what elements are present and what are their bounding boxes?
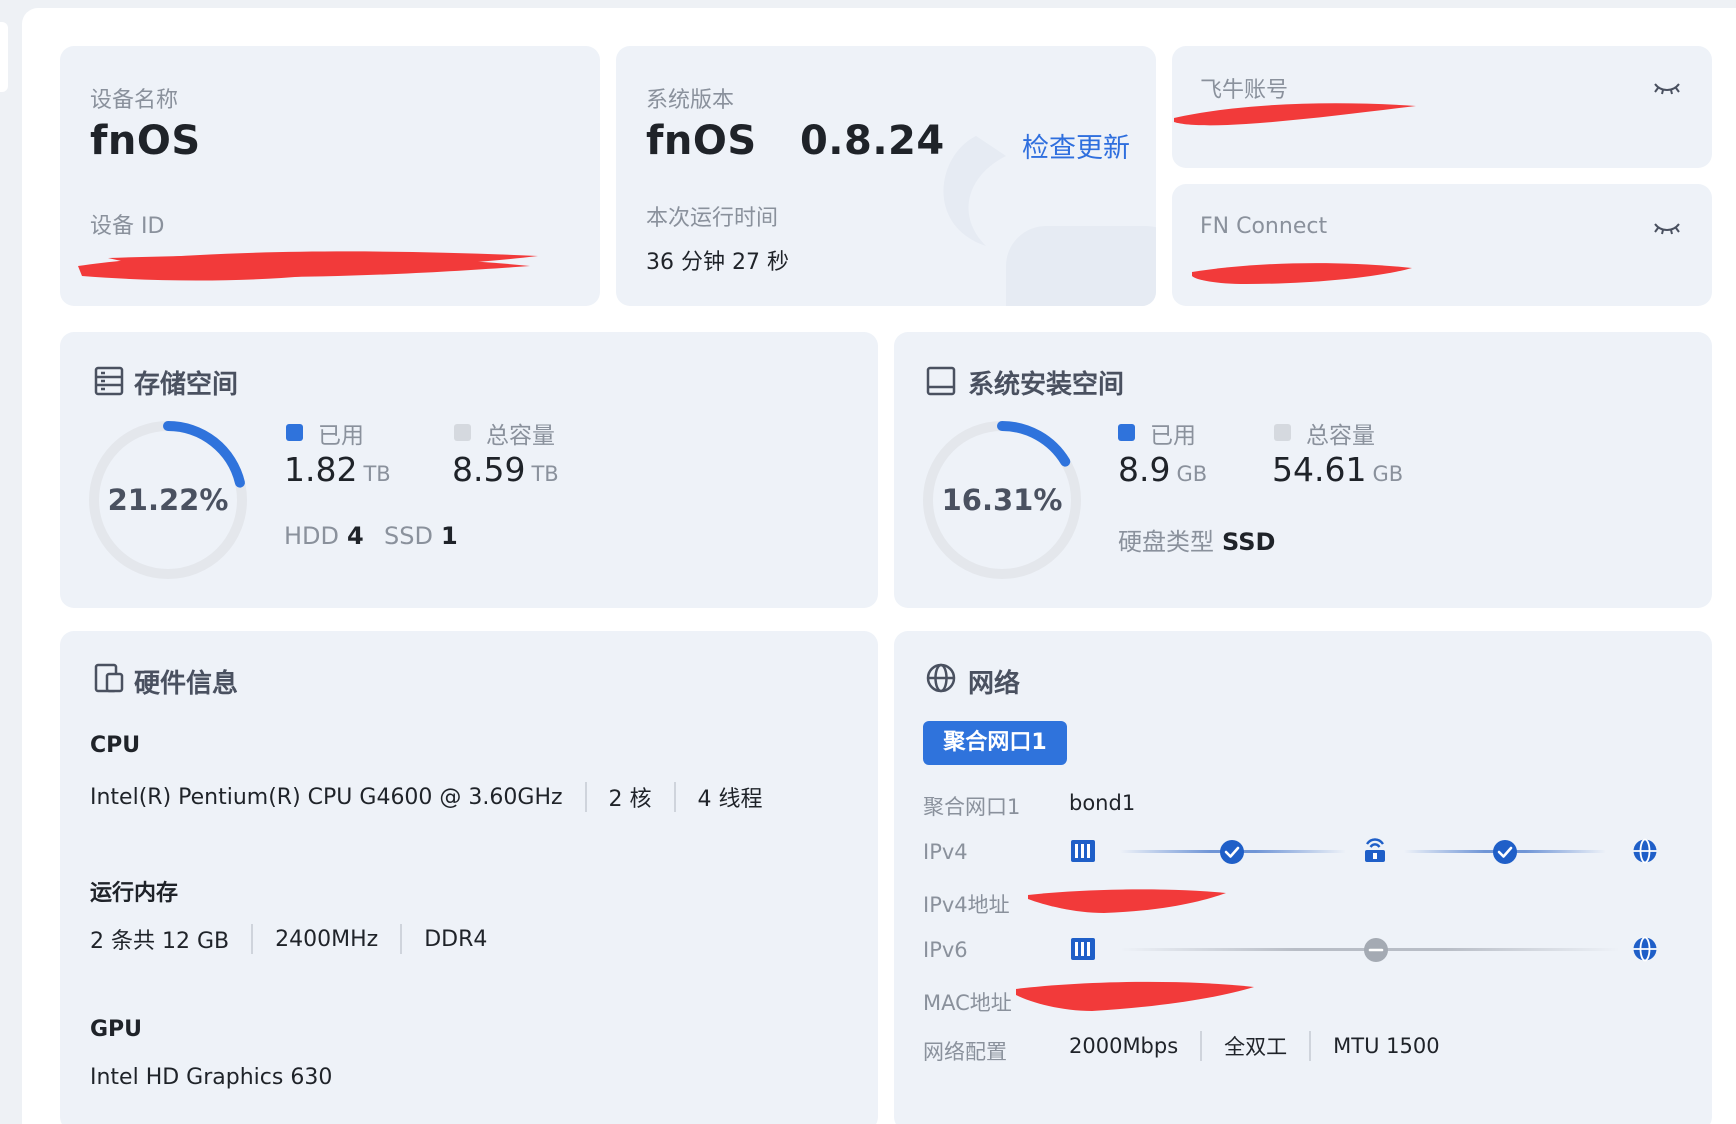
router-icon [1365, 838, 1385, 862]
storage-gauge: 21.22% [88, 420, 248, 580]
mtu-value: MTU 1500 [1333, 1034, 1440, 1058]
check-update-link[interactable]: 检查更新 [1022, 126, 1130, 165]
side-tab[interactable] [0, 22, 8, 92]
storage-used-value: 1.82 TB [284, 450, 391, 489]
cpu-threads: 4 线程 [697, 787, 763, 812]
total-legend-square [454, 424, 471, 441]
gpu-row: Intel HD Graphics 630 [90, 1065, 332, 1090]
account-redaction [1174, 103, 1416, 126]
ipv4-address-redaction [1028, 889, 1226, 913]
internet-globe-icon [1633, 936, 1657, 962]
memory-size: 2 条共 12 GB [90, 929, 230, 954]
divider [1309, 1031, 1312, 1061]
system-space-percent: 16.31% [941, 483, 1063, 517]
storage-title: 存储空间 [134, 370, 239, 400]
gpu-heading: GPU [90, 1017, 143, 1042]
mac-address-redaction [1016, 981, 1254, 1011]
divider [400, 924, 403, 954]
memory-speed: 2400MHz [275, 926, 379, 952]
server-icon [1071, 840, 1095, 862]
check-icon [1493, 840, 1517, 864]
system-space-used-value: 8.9 GB [1118, 450, 1208, 489]
ssd-count: SSD 1 [384, 522, 458, 550]
server-icon [1071, 938, 1095, 960]
check-icon [1220, 840, 1244, 864]
internet-globe-icon [1633, 838, 1657, 864]
eye-closed-icon[interactable] [1652, 218, 1682, 238]
fnconnect-redaction [1192, 263, 1412, 284]
system-space-title: 系统安装空间 [968, 370, 1125, 400]
used-legend-label: 已用 [318, 423, 364, 449]
ipv4-label: IPv4 [923, 840, 968, 864]
system-version-value: fnOS 0.8.24 [646, 118, 945, 164]
memory-row: 2 条共 12 GB 2400MHz DDR4 [90, 923, 487, 955]
ipv4-address-label: IPv4地址 [923, 893, 1010, 917]
used-legend-square [1118, 424, 1135, 441]
account-card: 飞牛账号 [1172, 46, 1712, 168]
cpu-cores: 2 核 [608, 787, 652, 812]
system-space-card: 系统安装空间 16.31% 已用 总容量 8.9 GB 54.61 GB 硬盘类型 S… [894, 332, 1712, 608]
system-space-total-value: 54.61 GB [1272, 450, 1404, 489]
cpu-heading: CPU [90, 733, 141, 758]
uptime-value: 36 分钟 27 秒 [646, 250, 789, 275]
device-id-redaction [78, 251, 538, 281]
storage-card: 存储空间 21.22% 已用 总容量 1.82 TB 8.59 TB HDD 4 SS… [60, 332, 878, 608]
disk-type: 硬盘类型 SSD [1118, 528, 1276, 556]
storage-icon [94, 366, 124, 396]
network-config-row: 2000Mbps 全双工 MTU 1500 [1069, 1031, 1440, 1061]
total-legend-square [1274, 424, 1291, 441]
ipv6-label: IPv6 [923, 938, 968, 962]
device-name-value: fnOS [90, 118, 201, 164]
system-version-label: 系统版本 [646, 88, 735, 113]
used-legend-label: 已用 [1150, 423, 1196, 449]
gpu-model: Intel HD Graphics 630 [90, 1065, 333, 1090]
network-config-label: 网络配置 [923, 1040, 1007, 1064]
storage-total-value: 8.59 TB [452, 450, 559, 489]
memory-type: DDR4 [424, 926, 488, 952]
divider [673, 782, 676, 812]
hardware-title: 硬件信息 [134, 669, 239, 699]
device-card: 设备名称 fnOS 设备 ID [60, 46, 600, 306]
network-card: 网络 聚合网口1 聚合网口1 bond1 IPv4 IPv4地址 IPv6 MA… [894, 631, 1712, 1124]
divider [584, 782, 587, 812]
storage-percent: 21.22% [107, 483, 229, 517]
bond-label: 聚合网口1 [923, 795, 1021, 819]
total-legend-label: 总容量 [1306, 423, 1375, 449]
total-legend-label: 总容量 [486, 423, 555, 449]
disconnected-icon [1364, 938, 1388, 962]
disk-icon [926, 366, 956, 396]
divider [1200, 1031, 1203, 1061]
network-title: 网络 [968, 669, 1021, 699]
globe-icon [926, 663, 956, 693]
device-icon [94, 663, 124, 693]
bond-tab-button[interactable]: 聚合网口1 [923, 721, 1067, 765]
system-card: 系统版本 fnOS 0.8.24 检查更新 本次运行时间 36 分钟 27 秒 [616, 46, 1156, 306]
link-speed: 2000Mbps [1069, 1034, 1179, 1058]
fnconnect-label: FN Connect [1200, 214, 1328, 239]
cpu-model: Intel(R) Pentium(R) CPU G4600 @ 3.60GHz [90, 784, 563, 810]
device-name-label: 设备名称 [90, 88, 179, 113]
memory-heading: 运行内存 [90, 881, 179, 906]
fnconnect-card: FN Connect [1172, 184, 1712, 306]
bond-value: bond1 [1069, 791, 1136, 815]
uptime-label: 本次运行时间 [646, 206, 779, 231]
eye-closed-icon[interactable] [1652, 78, 1682, 98]
hardware-card: 硬件信息 CPU Intel(R) Pentium(R) CPU G4600 @… [60, 631, 878, 1124]
system-space-gauge: 16.31% [922, 420, 1082, 580]
used-legend-square [286, 424, 303, 441]
divider [251, 924, 254, 954]
cpu-row: Intel(R) Pentium(R) CPU G4600 @ 3.60GHz … [90, 781, 763, 813]
mac-address-label: MAC地址 [923, 991, 1012, 1015]
duplex-mode: 全双工 [1224, 1035, 1288, 1059]
hdd-count: HDD 4 [284, 522, 364, 550]
